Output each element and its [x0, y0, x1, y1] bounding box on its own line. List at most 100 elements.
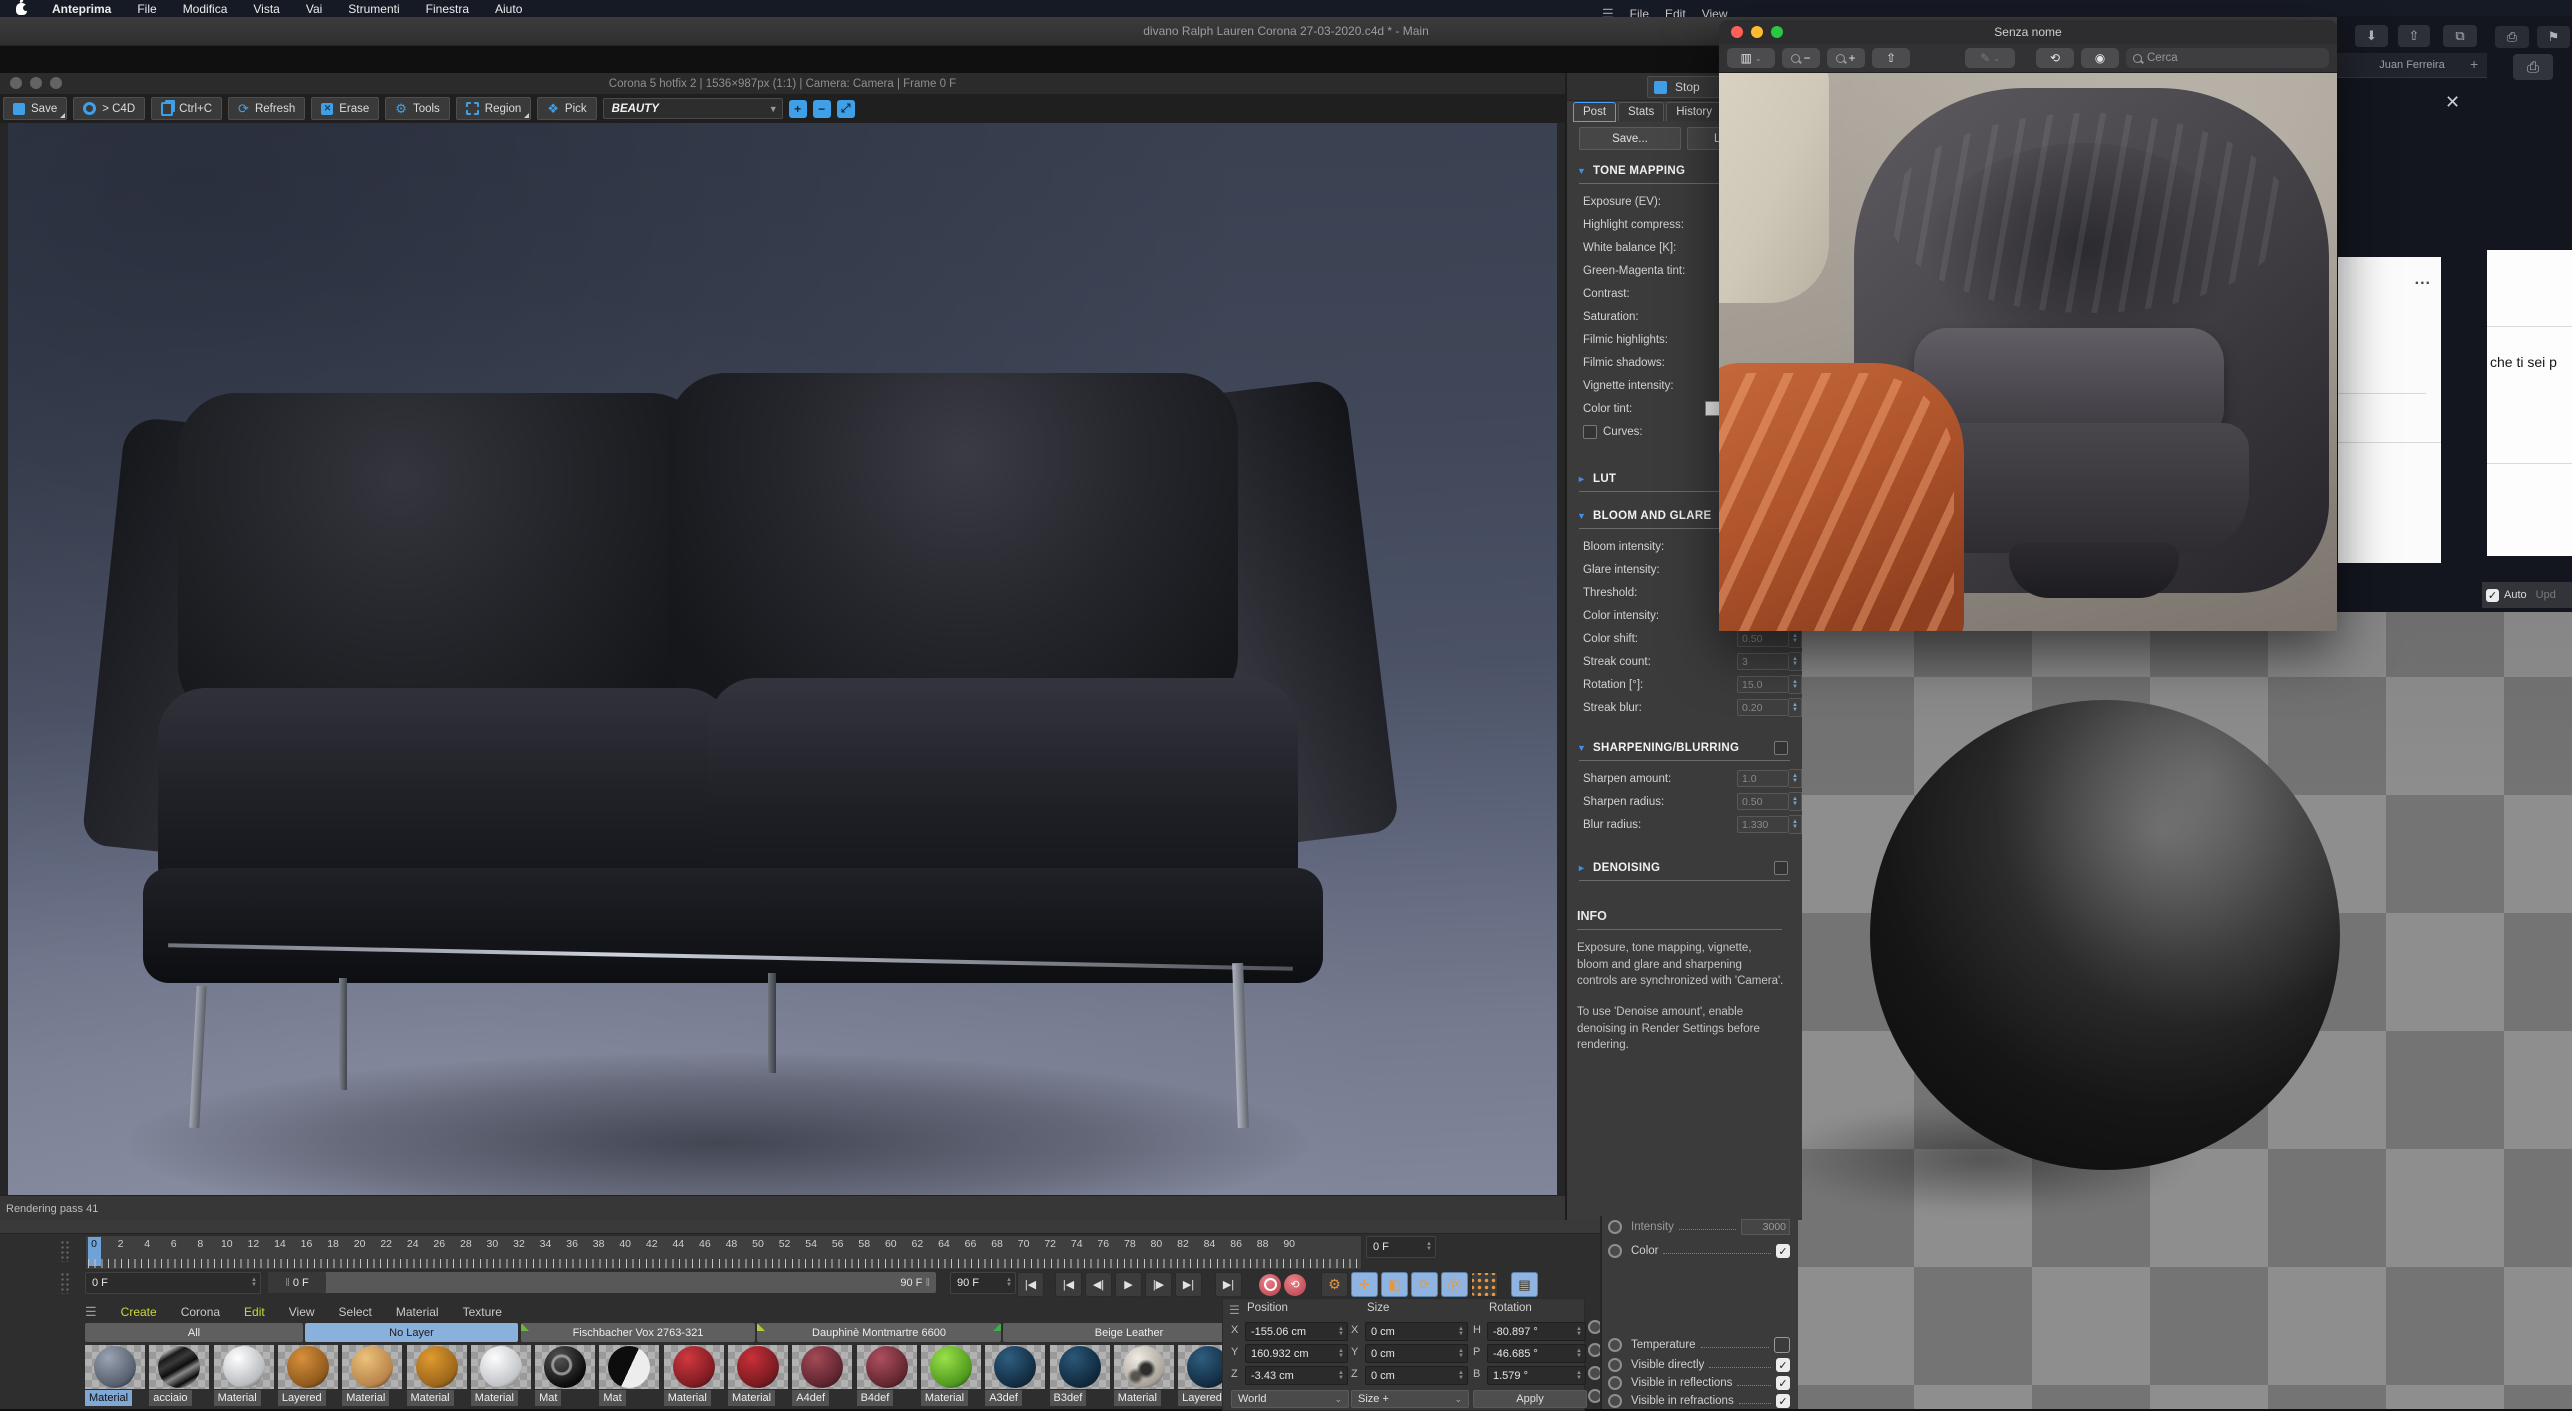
- menubar-item-anteprima[interactable]: Anteprima: [39, 2, 124, 16]
- preview-titlebar[interactable]: Senza nome: [1719, 20, 2337, 44]
- frame-number-field[interactable]: 0 F ▲▼: [1366, 1236, 1436, 1258]
- material-label[interactable]: B3def: [1050, 1390, 1087, 1406]
- layer-tab-beige-leather[interactable]: Beige Leather: [1003, 1323, 1255, 1342]
- keyframe-film-button[interactable]: ▤: [1511, 1272, 1538, 1297]
- to-c4d-button[interactable]: > C4D: [73, 97, 145, 120]
- material-swatch[interactable]: [214, 1345, 274, 1389]
- material-label[interactable]: acciaio: [149, 1390, 191, 1406]
- zoom-in-icon[interactable]: +: [1827, 48, 1865, 68]
- material-swatch[interactable]: [342, 1345, 402, 1389]
- erase-button[interactable]: ✕Erase: [311, 97, 379, 120]
- coord-field[interactable]: 1.579 °▲▼: [1487, 1366, 1586, 1385]
- zoom-out-button[interactable]: −: [813, 100, 831, 118]
- coord-field[interactable]: -80.897 °▲▼: [1487, 1322, 1586, 1341]
- autokey-record-button[interactable]: [1259, 1274, 1281, 1296]
- apple-logo-icon[interactable]: [16, 3, 27, 15]
- prev-key-button[interactable]: |◀: [1055, 1272, 1082, 1297]
- size-mode-dropdown[interactable]: Size +⌄: [1351, 1390, 1469, 1408]
- close-icon[interactable]: [1731, 26, 1743, 38]
- maximize-icon[interactable]: [1771, 26, 1783, 38]
- menubar-item-modifica[interactable]: Modifica: [170, 2, 241, 16]
- auto-checkbox[interactable]: ✓: [2486, 589, 2499, 602]
- add-tab-button[interactable]: +: [2470, 56, 2478, 72]
- material-label[interactable]: Material: [471, 1390, 518, 1406]
- material-label[interactable]: Layered: [278, 1390, 326, 1406]
- keying-settings-button[interactable]: ⚙: [1321, 1272, 1348, 1297]
- drag-handle[interactable]: [60, 1272, 70, 1294]
- matmenu-view[interactable]: View: [289, 1305, 315, 1319]
- pick-button[interactable]: ❖Pick: [537, 97, 596, 120]
- menubar-item-vista[interactable]: Vista: [240, 2, 292, 16]
- range-start-grip[interactable]: ‖0 F: [268, 1272, 326, 1293]
- param-field[interactable]: 0.20: [1737, 699, 1789, 716]
- stepper-icon[interactable]: ▲▼: [1426, 1242, 1435, 1252]
- minimize-icon[interactable]: [1751, 26, 1763, 38]
- record-parameter-button[interactable]: Ⓟ: [1441, 1272, 1468, 1297]
- hamburger-icon[interactable]: ☰: [85, 1304, 97, 1320]
- material-label[interactable]: B4def: [857, 1390, 894, 1406]
- section-denoising[interactable]: ►DENOISING: [1577, 858, 1802, 878]
- material-label[interactable]: Material: [342, 1390, 389, 1406]
- next-frame-button[interactable]: |▶: [1145, 1272, 1172, 1297]
- material-swatch[interactable]: [1114, 1345, 1174, 1389]
- expand-triangle-icon[interactable]: ►: [1577, 474, 1586, 484]
- stepper-icon[interactable]: ▲▼: [1006, 1278, 1015, 1288]
- material-swatch[interactable]: [857, 1345, 917, 1389]
- section-enable-checkbox[interactable]: [1774, 741, 1788, 755]
- rotate-icon[interactable]: ⟲: [2036, 48, 2074, 68]
- coordinate-system-dropdown[interactable]: World⌄: [1231, 1390, 1349, 1408]
- layer-tab-no-layer[interactable]: No Layer: [305, 1323, 518, 1342]
- tab-history[interactable]: History: [1666, 102, 1722, 121]
- material-label[interactable]: A4def: [792, 1390, 829, 1406]
- menubar-item-aiuto[interactable]: Aiuto: [482, 2, 535, 16]
- material-swatch[interactable]: [728, 1345, 788, 1389]
- more-icon[interactable]: ...: [2415, 271, 2431, 289]
- record-position-button[interactable]: ✛: [1351, 1272, 1378, 1297]
- keyframe-dot-icon[interactable]: [1608, 1338, 1622, 1352]
- close-icon[interactable]: [10, 77, 22, 89]
- section-sharpening-blurring[interactable]: ▼SHARPENING/BLURRING: [1577, 738, 1802, 758]
- stepper-icon[interactable]: ▲▼: [1338, 1349, 1347, 1359]
- material-swatch[interactable]: [921, 1345, 981, 1389]
- range-end-label[interactable]: 90 F ‖: [900, 1277, 936, 1289]
- material-swatch[interactable]: [792, 1345, 852, 1389]
- attribute-checkbox[interactable]: ✓: [1776, 1358, 1790, 1372]
- matmenu-material[interactable]: Material: [396, 1305, 439, 1319]
- curves-checkbox[interactable]: [1583, 425, 1597, 439]
- maximize-icon[interactable]: [50, 77, 62, 89]
- region-button[interactable]: Region: [456, 97, 531, 120]
- stepper-icon[interactable]: ▲▼: [1576, 1327, 1585, 1337]
- record-scale-button[interactable]: ◧: [1381, 1272, 1408, 1297]
- sidebar-toggle-icon[interactable]: ▥ ⌄: [1727, 48, 1775, 68]
- coord-field[interactable]: -46.685 °▲▼: [1487, 1344, 1586, 1363]
- armchair-photo[interactable]: [1719, 73, 2337, 631]
- preview-app-window[interactable]: Senza nome ▥ ⌄ − + ⇧ ✎ ⌄ ⟲ ◉ Cerca: [1719, 20, 2337, 630]
- material-swatch[interactable]: [535, 1345, 595, 1389]
- timeline-ruler[interactable]: 0246810121416182022242628303234363840424…: [85, 1235, 1362, 1270]
- jump-end-button[interactable]: ▶|: [1215, 1272, 1242, 1297]
- stepper-icon[interactable]: ▲▼: [1789, 769, 1802, 788]
- material-swatch[interactable]: [599, 1345, 659, 1389]
- stepper-icon[interactable]: ▲▼: [1789, 792, 1802, 811]
- printer-icon[interactable]: ⎙: [2513, 54, 2553, 80]
- matmenu-create[interactable]: Create: [121, 1305, 157, 1319]
- render-image[interactable]: [8, 123, 1557, 1195]
- keyframe-dot-icon[interactable]: [1608, 1244, 1622, 1258]
- menubar-item-strumenti[interactable]: Strumenti: [335, 2, 412, 16]
- attribute-checkbox[interactable]: ✓: [1776, 1244, 1790, 1258]
- section-enable-checkbox[interactable]: [1774, 861, 1788, 875]
- material-label[interactable]: A3def: [985, 1390, 1022, 1406]
- copy-icon[interactable]: ⧉: [2443, 25, 2477, 47]
- coord-field[interactable]: 0 cm▲▼: [1365, 1366, 1468, 1385]
- tab-post[interactable]: Post: [1573, 102, 1616, 122]
- material-swatch[interactable]: [278, 1345, 338, 1389]
- coord-field[interactable]: -3.43 cm▲▼: [1245, 1366, 1348, 1385]
- zoom-out-icon[interactable]: −: [1782, 48, 1820, 68]
- attribute-checkbox[interactable]: ✓: [1776, 1376, 1790, 1390]
- save-button[interactable]: Save: [3, 97, 67, 120]
- stepper-icon[interactable]: ▲▼: [1458, 1349, 1467, 1359]
- coord-field[interactable]: 0 cm▲▼: [1365, 1322, 1468, 1341]
- update-button[interactable]: Upd: [2536, 589, 2556, 601]
- layer-tab-dauphin-montmartre-6600[interactable]: Dauphinè Montmartre 6600: [757, 1323, 1001, 1342]
- material-label[interactable]: Material: [664, 1390, 711, 1406]
